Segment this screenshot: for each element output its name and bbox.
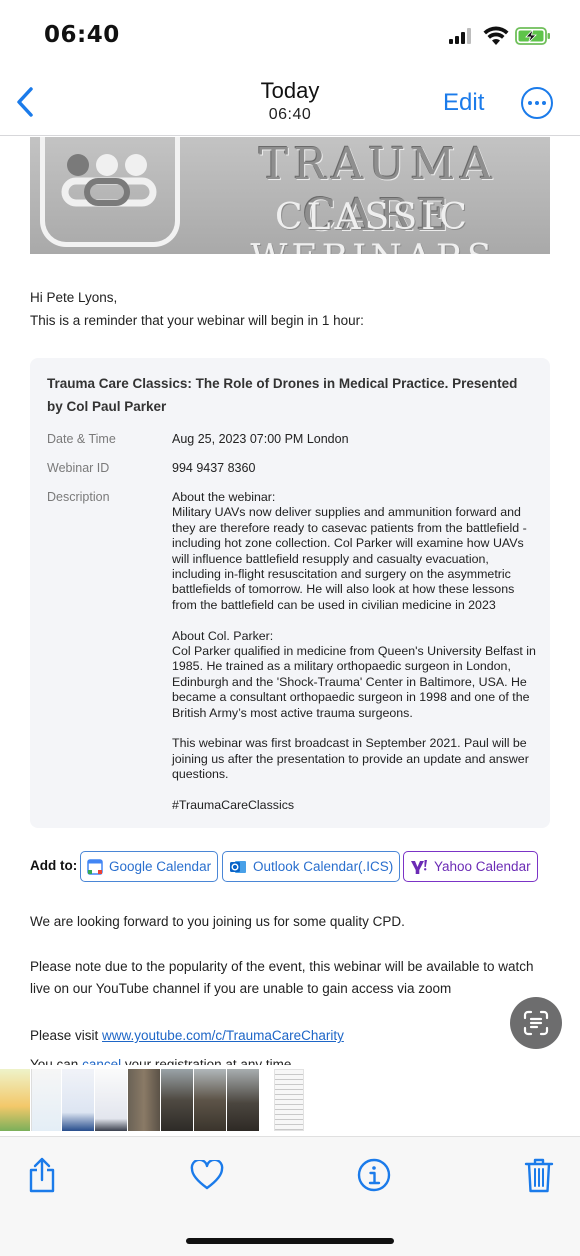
thumbnail[interactable] xyxy=(227,1069,259,1131)
outlook-calendar-button[interactable]: Outlook Calendar(.ICS) xyxy=(222,851,401,882)
trash-icon xyxy=(524,1158,554,1193)
status-time: 06:40 xyxy=(44,22,120,48)
description-paragraph: About the webinar: Military UAVs now del… xyxy=(172,490,527,612)
battery-charging-icon xyxy=(515,27,550,45)
intro-text: This is a reminder that your webinar wil… xyxy=(30,313,364,328)
delete-button[interactable] xyxy=(519,1155,559,1195)
cancel-prefix: You can xyxy=(30,1057,83,1065)
cancel-line: You can cancel your registration at any … xyxy=(30,1057,295,1065)
google-calendar-icon xyxy=(87,858,103,875)
date-time-value: Aug 25, 2023 07:00 PM London xyxy=(172,432,349,446)
nav-subtitle: 06:40 xyxy=(268,106,312,123)
webinar-id-value: 994 9437 8360 xyxy=(172,461,256,475)
visit-line: Please visit www.youtube.com/c/TraumaCar… xyxy=(30,1025,550,1047)
status-bar: 06:40 xyxy=(0,0,580,70)
trauma-care-banner: TRAUMA CARE CLASSIC WEBINARS xyxy=(30,137,550,254)
hashtag: #TraumaCareClassics xyxy=(172,798,295,813)
yahoo-calendar-label: Yahoo Calendar xyxy=(434,859,531,874)
thumbnail[interactable] xyxy=(128,1069,160,1131)
yahoo-icon xyxy=(411,859,427,874)
cancel-link[interactable]: cancel xyxy=(82,1057,121,1065)
add-to-label: Add to: xyxy=(30,858,78,873)
info-icon xyxy=(357,1158,391,1192)
thumbnail[interactable] xyxy=(161,1069,193,1131)
description-paragraph: This webinar was first broadcast in Sept… xyxy=(172,736,529,782)
photo-thumbnail-strip[interactable] xyxy=(0,1065,580,1135)
description-paragraph: About Col. Parker: Col Parker qualified … xyxy=(172,628,536,720)
google-calendar-button[interactable]: Google Calendar xyxy=(80,851,219,882)
greeting: Hi Pete Lyons, xyxy=(30,290,118,305)
more-button[interactable] xyxy=(521,87,553,119)
google-calendar-label: Google Calendar xyxy=(109,859,212,874)
outlook-calendar-label: Outlook Calendar(.ICS) xyxy=(253,859,394,874)
wifi-icon xyxy=(483,26,509,45)
live-text-button[interactable] xyxy=(510,997,562,1049)
info-button[interactable] xyxy=(354,1155,394,1195)
thumbnail[interactable] xyxy=(274,1069,304,1131)
people-chain-icon xyxy=(61,154,157,207)
live-text-icon xyxy=(523,1010,549,1036)
date-time-label: Date & Time xyxy=(47,432,116,446)
favorite-button[interactable] xyxy=(187,1155,227,1195)
description-label: Description xyxy=(47,490,110,504)
visit-prefix: Please visit xyxy=(30,1028,103,1043)
banner-logo xyxy=(40,137,180,247)
heart-icon xyxy=(190,1160,224,1190)
home-indicator xyxy=(186,1238,394,1244)
edit-button[interactable]: Edit xyxy=(443,89,484,117)
thumbnail[interactable] xyxy=(0,1069,30,1131)
youtube-link[interactable]: www.youtube.com/c/TraumaCareCharity xyxy=(102,1028,344,1043)
yahoo-calendar-button[interactable]: Yahoo Calendar xyxy=(403,851,538,882)
outlook-icon xyxy=(230,860,246,873)
share-button[interactable] xyxy=(22,1155,62,1195)
nav-bar: Today 06:40 Edit xyxy=(0,70,580,136)
thumbnail[interactable] xyxy=(95,1069,127,1131)
webinar-id-label: Webinar ID xyxy=(47,461,110,475)
cellular-signal-icon xyxy=(449,28,471,44)
thumbnail[interactable] xyxy=(31,1069,61,1131)
email-body[interactable]: TRAUMA CARE CLASSIC WEBINARS Hi Pete Lyo… xyxy=(0,137,580,1065)
webinar-card: Trauma Care Classics: The Role of Drones… xyxy=(30,358,550,828)
nav-title: Today xyxy=(260,78,320,103)
description-text: About the webinar: Military UAVs now del… xyxy=(172,490,537,813)
banner-subtitle: CLASSIC WEBINARS xyxy=(250,197,491,254)
looking-forward-text: We are looking forward to you joining us… xyxy=(30,914,405,929)
thumbnail[interactable] xyxy=(194,1069,226,1131)
share-icon xyxy=(29,1157,55,1193)
popularity-note: Please note due to the popularity of the… xyxy=(30,959,534,996)
cancel-suffix: your registration at any time. xyxy=(121,1057,296,1065)
thumbnail[interactable] xyxy=(62,1069,94,1131)
webinar-title: Trauma Care Classics: The Role of Drones… xyxy=(47,376,518,414)
ellipsis-circle-icon xyxy=(528,101,532,105)
